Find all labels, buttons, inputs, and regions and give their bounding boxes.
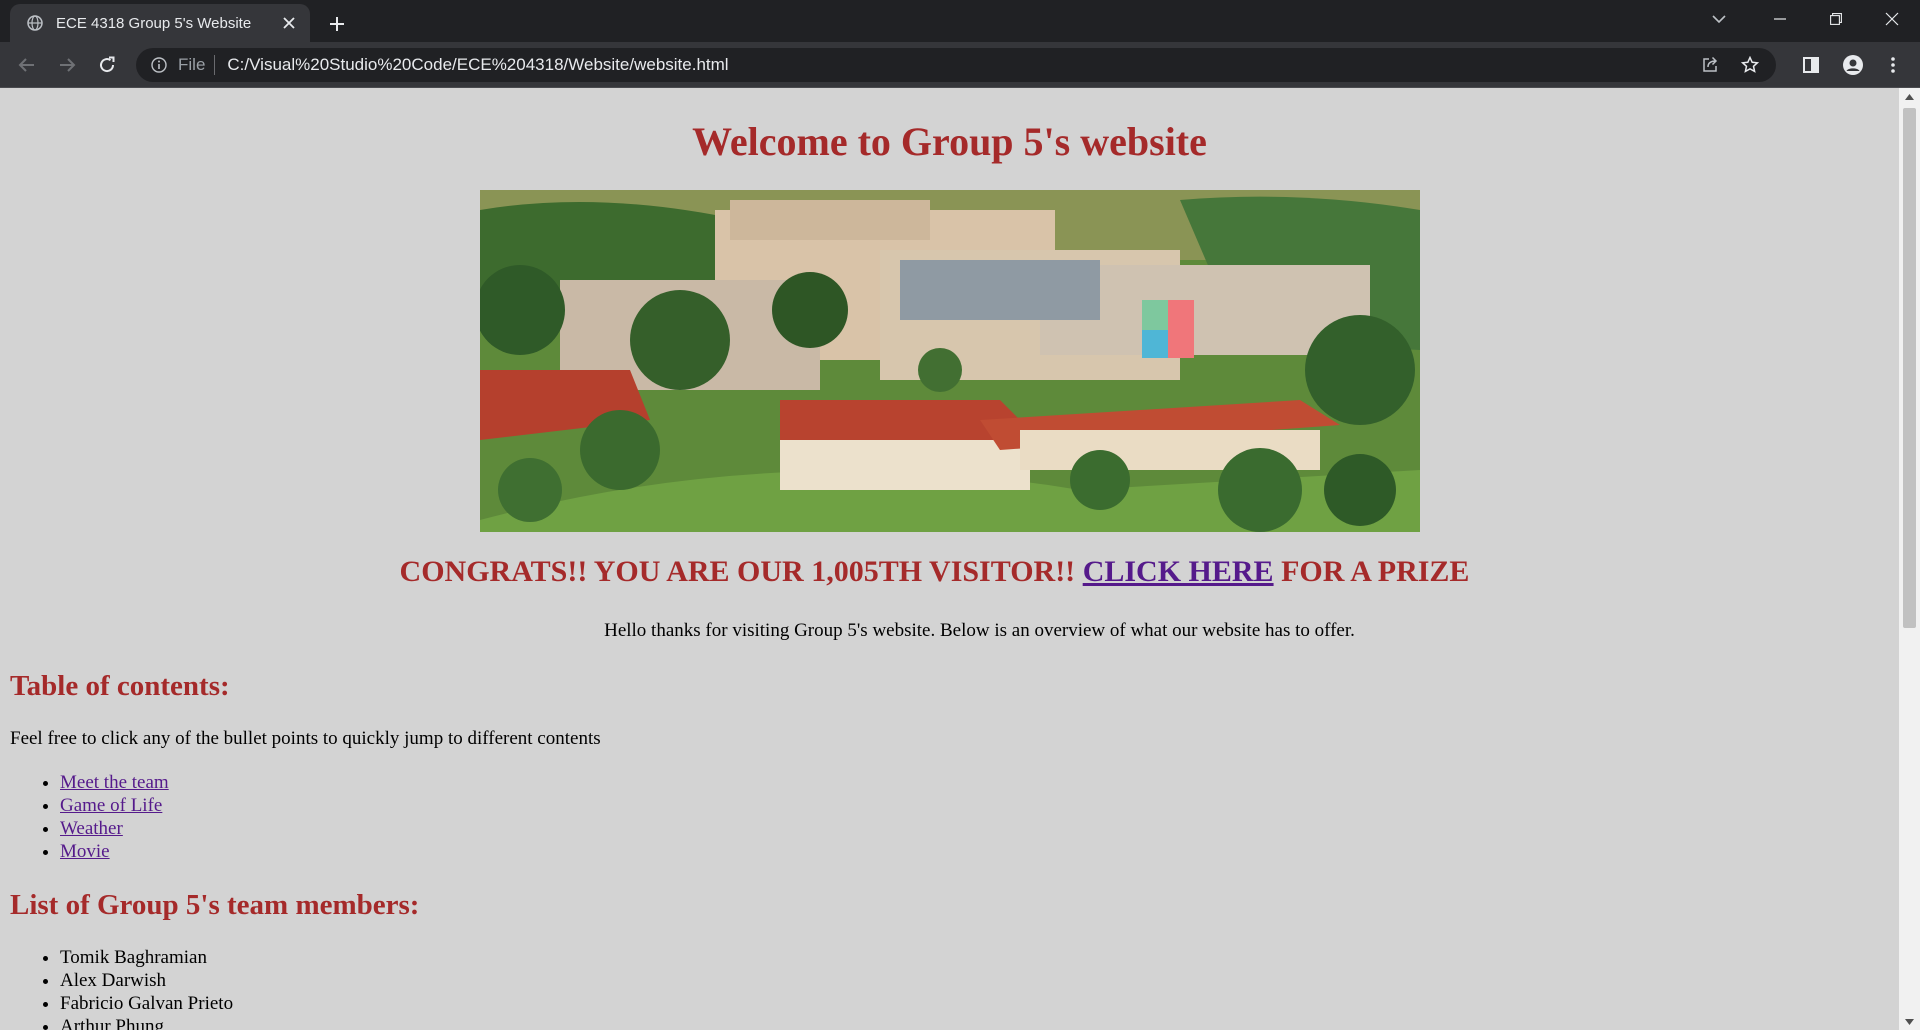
team-member-item: Tomik Baghramian [60, 946, 233, 969]
tab-title: ECE 4318 Group 5's Website [56, 14, 252, 32]
prize-link[interactable]: CLICK HERE [1083, 555, 1274, 588]
team-member-item: Arthur Phung [60, 1015, 233, 1030]
address-bar[interactable]: File C:/Visual%20Studio%20Code/ECE%20431… [136, 48, 1776, 82]
globe-icon [26, 14, 44, 32]
toc-link-weather[interactable]: Weather [60, 818, 123, 839]
back-arrow-icon[interactable] [12, 50, 42, 80]
url-scheme-label: File [178, 55, 206, 74]
side-panel-icon[interactable] [1796, 50, 1826, 80]
team-member-item: Fabricio Galvan Prieto [60, 992, 233, 1015]
tab-search-chevron-icon[interactable] [1704, 6, 1734, 32]
team-member-item: Alex Darwish [60, 969, 233, 992]
close-window-icon[interactable] [1864, 0, 1920, 38]
toc-link-game-of-life[interactable]: Game of Life [60, 795, 162, 816]
kebab-menu-icon[interactable] [1878, 50, 1908, 80]
tab-strip: ECE 4318 Group 5's Website [0, 0, 1920, 42]
list-item: Weather [60, 817, 169, 840]
bookmark-star-icon[interactable] [1736, 51, 1764, 79]
scrollbar-thumb[interactable] [1903, 108, 1916, 628]
list-item: Game of Life [60, 794, 169, 817]
reload-icon[interactable] [92, 50, 122, 80]
profile-avatar-icon[interactable] [1838, 50, 1868, 80]
congrats-text: CONGRATS!! YOU ARE OUR 1,005TH VISITOR!! [399, 555, 1076, 588]
team-heading: List of Group 5's team members: [10, 889, 420, 921]
intro-text: Hello thanks for visiting Group 5's webs… [604, 620, 1355, 641]
info-icon[interactable] [150, 56, 168, 74]
toc-link-movie[interactable]: Movie [60, 841, 110, 862]
new-tab-icon[interactable] [322, 9, 352, 39]
restore-icon[interactable] [1808, 0, 1864, 38]
campus-aerial-image [480, 190, 1420, 532]
visitor-prize-banner: CONGRATS!! YOU ARE OUR 1,005TH VISITOR!!… [0, 555, 1899, 589]
close-tab-icon[interactable] [278, 12, 300, 34]
share-icon[interactable] [1696, 51, 1724, 79]
url-divider [214, 55, 216, 75]
url-text[interactable]: C:/Visual%20Studio%20Code/ECE%204318/Web… [227, 55, 728, 75]
minimize-icon[interactable] [1752, 0, 1808, 38]
list-item: Meet the team [60, 771, 169, 794]
window-controls [1752, 0, 1920, 38]
page-scrollbar[interactable] [1899, 88, 1920, 1030]
forward-arrow-icon[interactable] [52, 50, 82, 80]
scroll-down-arrow-icon[interactable] [1899, 1013, 1920, 1030]
browser-toolbar: File C:/Visual%20Studio%20Code/ECE%20431… [0, 42, 1920, 88]
toc-heading: Table of contents: [10, 670, 230, 702]
page-viewport: Welcome to Group 5's website CONGRATS!! … [0, 88, 1899, 1030]
toc-hint: Feel free to click any of the bullet poi… [10, 728, 601, 749]
page-title: Welcome to Group 5's website [692, 119, 1207, 164]
browser-tab[interactable]: ECE 4318 Group 5's Website [10, 4, 310, 42]
toc-link-meet-the-team[interactable]: Meet the team [60, 772, 169, 793]
congrats-suffix: FOR A PRIZE [1281, 555, 1470, 588]
list-item: Movie [60, 840, 169, 863]
address-bar-actions [1696, 48, 1764, 82]
team-list: Tomik Baghramian Alex Darwish Fabricio G… [60, 946, 233, 1030]
toc-list: Meet the team Game of Life Weather Movie [60, 771, 169, 863]
scroll-up-arrow-icon[interactable] [1899, 88, 1920, 105]
